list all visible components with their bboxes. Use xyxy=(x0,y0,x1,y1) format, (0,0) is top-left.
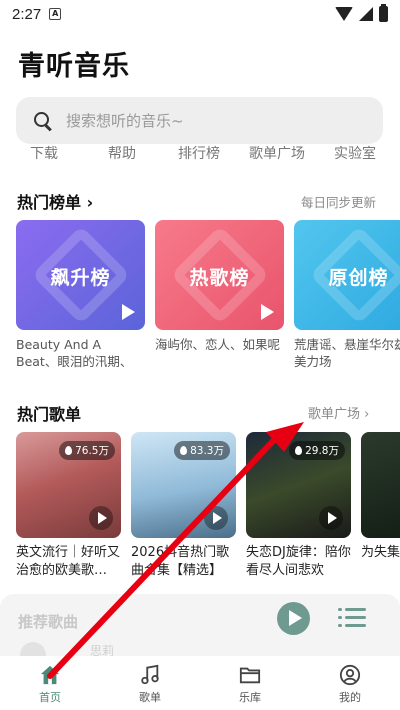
quick-nav: 下载 帮助 排行榜 歌单广场 实验室 xyxy=(0,143,400,165)
tab-label: 乐库 xyxy=(239,691,261,704)
wifi-icon xyxy=(335,7,353,21)
sim-icon: A xyxy=(49,8,62,20)
play-count-badge: 29.8万 xyxy=(289,441,345,460)
quick-nav-playlist-square[interactable]: 歌单广场 xyxy=(249,143,305,163)
bottom-tab-bar: 首页 歌单 乐库 我的 xyxy=(0,656,400,710)
quick-nav-download[interactable]: 下载 xyxy=(30,143,58,163)
tab-library[interactable]: 乐库 xyxy=(200,656,300,710)
player-label: 推荐歌曲 xyxy=(18,613,79,631)
chart-card[interactable]: 飙升榜 Beauty And A Beat、眼泪的汛期、单这… xyxy=(16,220,145,370)
hot-charts-subtitle: 每日同步更新 xyxy=(301,195,377,210)
music-note-icon xyxy=(141,664,159,685)
status-time: 2:27 xyxy=(12,5,42,23)
chart-cover: 原创榜 xyxy=(294,220,400,330)
mini-player[interactable]: 推荐歌曲 思莉 xyxy=(0,594,400,658)
tab-profile[interactable]: 我的 xyxy=(300,656,400,710)
chart-name: 热歌榜 xyxy=(189,267,250,289)
playlist-title: 2026抖音热门歌曲合集【精选】 xyxy=(131,545,230,578)
status-icons xyxy=(335,4,388,22)
tab-playlists[interactable]: 歌单 xyxy=(100,656,200,710)
hot-charts-header[interactable]: 热门榜单 › xyxy=(17,189,93,213)
player-avatar xyxy=(20,642,46,656)
playlist-cover: 83.3万 xyxy=(131,432,236,538)
chart-desc: 海屿你、恋人、如果呢 xyxy=(155,337,281,352)
chart-cover: 热歌榜 xyxy=(155,220,284,330)
chart-name: 飙升榜 xyxy=(50,267,111,289)
signal-icon xyxy=(359,7,373,21)
chart-desc: 荒唐谣、悬崖华尔兹、美力场 xyxy=(294,337,400,369)
playlist-cover: 76.5万 xyxy=(16,432,121,538)
playlist-square-link[interactable]: 歌单广场 › xyxy=(308,403,369,422)
tab-home[interactable]: 首页 xyxy=(0,656,100,710)
hot-playlists-title: 热门歌单 xyxy=(17,405,82,424)
play-icon[interactable] xyxy=(204,506,228,530)
tab-label: 首页 xyxy=(39,691,61,704)
play-count-badge: 83.3万 xyxy=(174,441,230,460)
playlist-cover xyxy=(361,432,400,538)
quick-nav-charts[interactable]: 排行榜 xyxy=(178,143,220,163)
search-placeholder: 搜索想听的音乐~ xyxy=(66,112,184,130)
chart-desc: Beauty And A Beat、眼泪的汛期、单这… xyxy=(16,337,133,369)
search-bar[interactable]: 搜索想听的音乐~ xyxy=(16,97,383,144)
fire-icon xyxy=(65,446,73,455)
battery-icon xyxy=(379,4,388,22)
playlist-card[interactable]: 83.3万 2026抖音热门歌曲合集【精选】 xyxy=(131,432,236,580)
home-icon xyxy=(40,665,60,685)
playlist-cover: 29.8万 xyxy=(246,432,351,538)
fire-icon xyxy=(180,446,188,455)
playlist-queue-icon[interactable] xyxy=(338,607,366,629)
play-icon[interactable] xyxy=(261,304,274,320)
playlist-card[interactable]: 76.5万 英文流行｜好听又治愈的欧美歌… xyxy=(16,432,121,580)
folder-icon xyxy=(239,667,261,684)
hot-playlists-list: 76.5万 英文流行｜好听又治愈的欧美歌… 83.3万 2026抖音热门歌曲合集… xyxy=(16,432,400,582)
playlist-title: 为失集团 xyxy=(361,545,400,560)
play-count-badge: 76.5万 xyxy=(59,441,115,460)
chart-name: 原创榜 xyxy=(328,267,389,289)
playlist-title: 英文流行｜好听又治愈的欧美歌… xyxy=(16,545,121,578)
play-icon[interactable] xyxy=(319,506,343,530)
chart-card[interactable]: 原创榜 荒唐谣、悬崖华尔兹、美力场 xyxy=(294,220,400,370)
play-button[interactable] xyxy=(277,602,310,635)
chevron-right-icon: › xyxy=(86,193,94,212)
fire-icon xyxy=(295,446,303,455)
quick-nav-help[interactable]: 帮助 xyxy=(108,143,136,163)
search-icon xyxy=(34,111,52,130)
hot-charts-title: 热门榜单 xyxy=(17,193,82,212)
play-icon[interactable] xyxy=(89,506,113,530)
play-icon[interactable] xyxy=(122,304,135,320)
tab-label: 我的 xyxy=(339,691,361,704)
chart-card[interactable]: 热歌榜 海屿你、恋人、如果呢 xyxy=(155,220,284,370)
status-bar: 2:27 A xyxy=(0,0,400,28)
user-icon xyxy=(339,664,361,686)
tab-label: 歌单 xyxy=(139,691,161,704)
chart-cover: 飙升榜 xyxy=(16,220,145,330)
quick-nav-lab[interactable]: 实验室 xyxy=(334,143,376,163)
hot-charts-list: 飙升榜 Beauty And A Beat、眼泪的汛期、单这… 热歌榜 海屿你、… xyxy=(16,220,400,380)
playlist-card[interactable]: 为失集团 xyxy=(361,432,400,580)
app-title: 青听音乐 xyxy=(18,51,130,82)
playlist-title: 失恋DJ旋律：陪你看尽人间悲欢 xyxy=(246,545,351,578)
playlist-card[interactable]: 29.8万 失恋DJ旋律：陪你看尽人间悲欢 xyxy=(246,432,351,580)
